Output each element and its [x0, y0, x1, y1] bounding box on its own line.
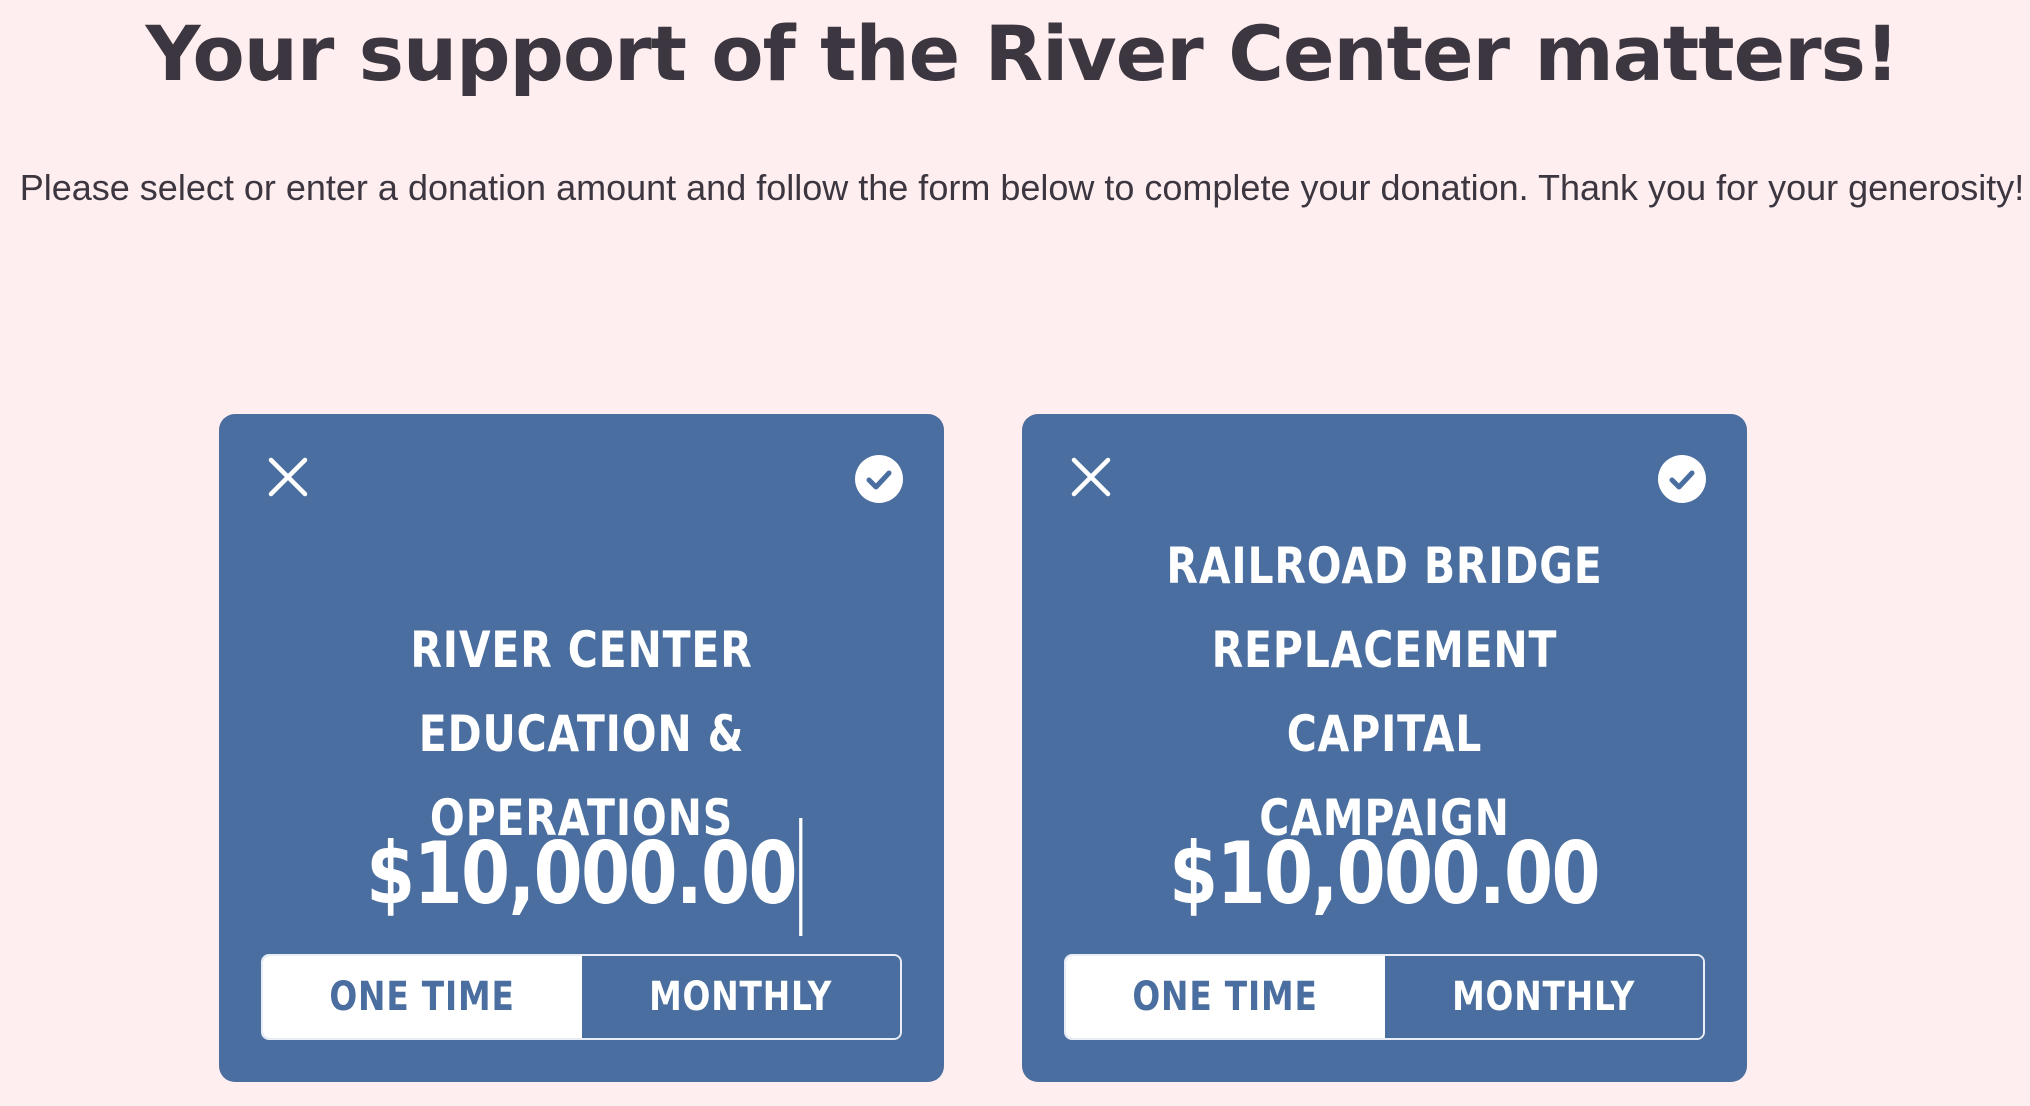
amount-input[interactable]: $10,000.00 — [366, 814, 803, 936]
donation-page: Your support of the River Center matters… — [0, 0, 2030, 1106]
fund-name-line: REPLACEMENT CAPITAL — [1211, 621, 1558, 763]
amount-value: $10,000.00 — [1169, 824, 1601, 924]
frequency-toggle[interactable]: ONE TIME MONTHLY — [1064, 954, 1705, 1040]
amount-input-wrap[interactable]: $10,000.00 — [1022, 814, 1747, 934]
check-circle-icon[interactable] — [1657, 454, 1707, 504]
frequency-one-time-button[interactable]: ONE TIME — [263, 956, 582, 1038]
close-icon[interactable] — [1058, 444, 1118, 504]
text-cursor — [799, 818, 803, 936]
frequency-one-time-button[interactable]: ONE TIME — [1066, 956, 1385, 1038]
amount-value: $10,000.00 — [366, 824, 798, 924]
fund-name-line: RAILROAD BRIDGE — [1166, 537, 1603, 595]
amount-input-wrap[interactable]: $10,000.00 — [219, 814, 944, 936]
page-title: Your support of the River Center matters… — [145, 9, 1899, 98]
fund-name-line: RIVER CENTER EDUCATION & — [410, 621, 753, 763]
fund-name: RAILROAD BRIDGE REPLACEMENT CAPITAL CAMP… — [1120, 524, 1649, 860]
page-subtitle: Please select or enter a donation amount… — [19, 167, 2025, 208]
amount-input[interactable]: $10,000.00 — [1169, 814, 1601, 934]
fund-card-railroad-bridge[interactable]: RAILROAD BRIDGE REPLACEMENT CAPITAL CAMP… — [1022, 414, 1747, 1082]
frequency-toggle[interactable]: ONE TIME MONTHLY — [261, 954, 902, 1040]
frequency-monthly-button[interactable]: MONTHLY — [1384, 956, 1703, 1038]
frequency-monthly-button[interactable]: MONTHLY — [581, 956, 900, 1038]
close-icon[interactable] — [255, 444, 315, 504]
check-circle-icon[interactable] — [854, 454, 904, 504]
fund-card-education-operations[interactable]: RIVER CENTER EDUCATION & OPERATIONS $10,… — [219, 414, 944, 1082]
